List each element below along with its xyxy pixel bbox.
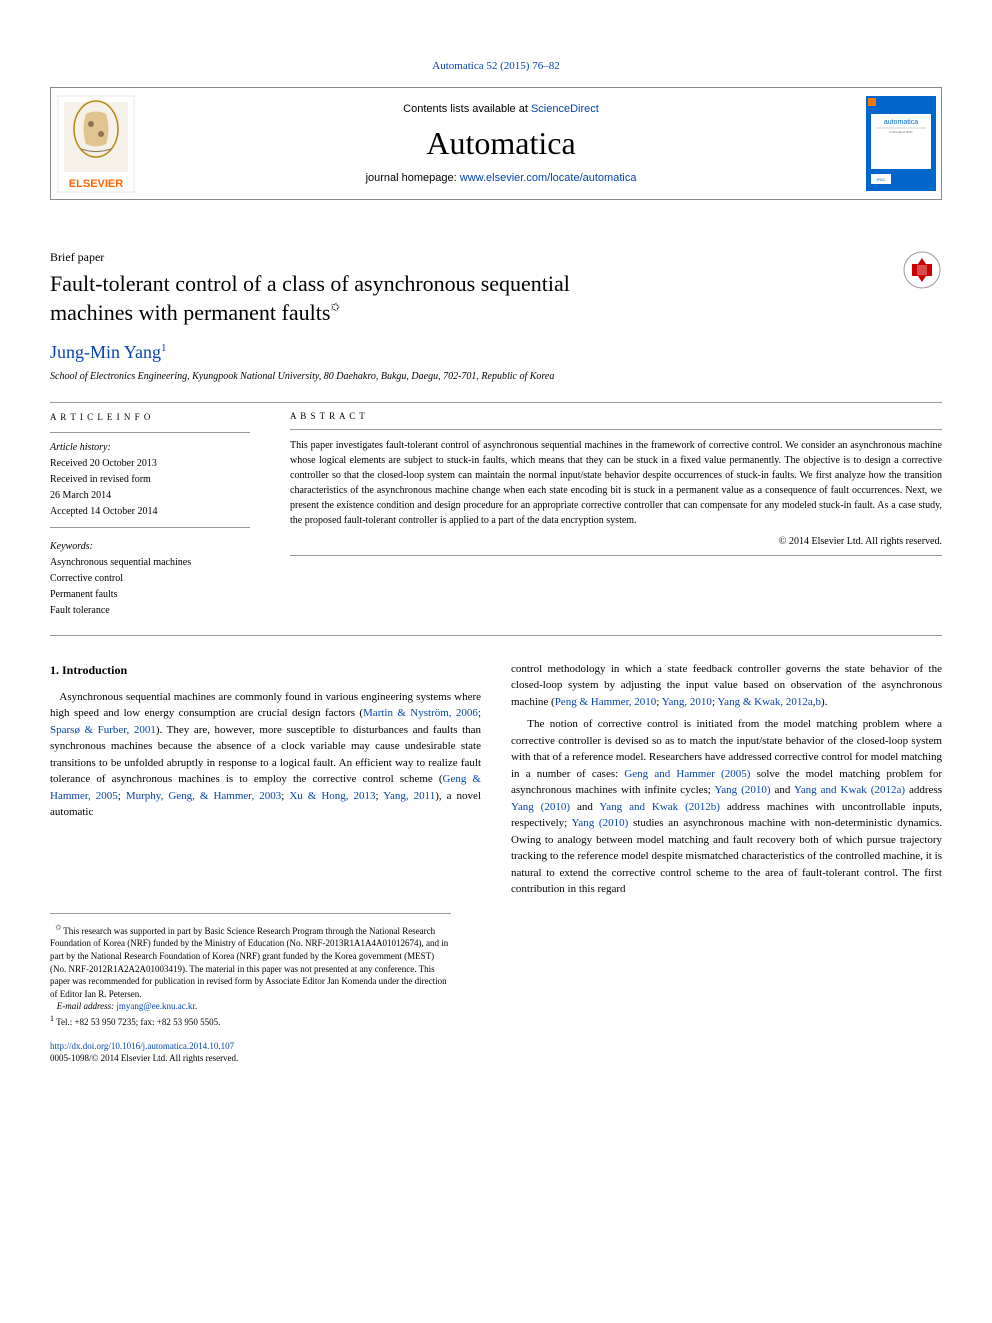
paper-type-label: Brief paper [50, 250, 902, 265]
paper-title: Fault-tolerant control of a class of asy… [50, 270, 902, 327]
abstract-block: A B S T R A C T This paper investigates … [290, 411, 942, 620]
homepage-link[interactable]: www.elsevier.com/locate/automatica [460, 172, 637, 184]
keyword: Corrective control [50, 572, 250, 586]
divider [50, 402, 942, 403]
ref-link[interactable]: Yang & Kwak, 2012a [717, 696, 812, 708]
article-info-block: A R T I C L E I N F O Article history: R… [50, 411, 250, 620]
revised-label: Received in revised form [50, 473, 250, 487]
ref-link[interactable]: Martin & Nyström, 2006 [363, 707, 478, 719]
left-column: 1. Introduction Asynchronous sequential … [50, 661, 481, 898]
ref-link[interactable]: Yang (2010) [511, 801, 570, 813]
svg-text:automatica: automatica [884, 119, 918, 126]
email-link[interactable]: jmyang@ee.knu.ac.kr [116, 1001, 195, 1011]
author-affil-sup[interactable]: 1 [161, 342, 167, 354]
ref-link[interactable]: Murphy, Geng, & Hammer, 2003 [126, 790, 281, 802]
title-line2: machines with permanent faults [50, 300, 330, 325]
homepage-line: journal homepage: www.elsevier.com/locat… [151, 172, 851, 184]
ref-link[interactable]: Geng and Hammer (2005) [624, 768, 750, 780]
title-footnote-mark: ✩ [329, 299, 343, 317]
footnote-email: E-mail address: jmyang@ee.knu.ac.kr. [50, 1000, 451, 1013]
ref-link[interactable]: Sparsø & Furber, 2001 [50, 724, 156, 736]
article-info-heading: A R T I C L E I N F O [50, 411, 250, 424]
citation-link[interactable]: Automatica 52 (2015) 76–82 [432, 60, 559, 72]
section-heading: 1. Introduction [50, 661, 481, 679]
svg-text:A Journal of IFAC: A Journal of IFAC [889, 130, 913, 134]
citation-header: Automatica 52 (2015) 76–82 [50, 60, 942, 72]
journal-title: Automatica [151, 125, 851, 162]
keyword: Asynchronous sequential machines [50, 556, 250, 570]
ref-link[interactable]: Yang, 2010 [662, 696, 712, 708]
ref-link[interactable]: Peng & Hammer, 2010 [555, 696, 657, 708]
sciencedirect-link[interactable]: ScienceDirect [531, 103, 599, 115]
affiliation: School of Electronics Engineering, Kyung… [50, 371, 942, 382]
ref-link[interactable]: Yang, 2011 [383, 790, 435, 802]
paper-title-block: Brief paper Fault-tolerant control of a … [50, 250, 902, 327]
ref-link[interactable]: Xu & Hong, 2013 [289, 790, 375, 802]
accepted-date: Accepted 14 October 2014 [50, 505, 250, 519]
header-center: Contents lists available at ScienceDirec… [141, 88, 861, 199]
journal-header-box: ELSEVIER Contents lists available at Sci… [50, 87, 942, 200]
authors: Jung-Min Yang1 [50, 342, 942, 363]
svg-text:ELSEVIER: ELSEVIER [69, 178, 123, 190]
paragraph: Asynchronous sequential machines are com… [50, 689, 481, 821]
abstract-text: This paper investigates fault-tolerant c… [290, 438, 942, 528]
right-column: control methodology in which a state fee… [511, 661, 942, 898]
footnotes-block: ✩ This research was supported in part by… [50, 922, 451, 1029]
paragraph: control methodology in which a state fee… [511, 661, 942, 711]
footnote-tel: 1 Tel.: +82 53 950 7235; fax: +82 53 950… [50, 1013, 451, 1029]
revised-date: 26 March 2014 [50, 489, 250, 503]
title-line1: Fault-tolerant control of a class of asy… [50, 271, 570, 296]
journal-cover-thumbnail: automatica A Journal of IFAC IFAC [861, 88, 941, 199]
contents-available-line: Contents lists available at ScienceDirec… [151, 103, 851, 115]
bottom-copyright: 0005-1098/© 2014 Elsevier Ltd. All right… [50, 1053, 942, 1063]
contents-prefix: Contents lists available at [403, 103, 531, 115]
footnote-divider [50, 913, 451, 914]
paragraph: The notion of corrective control is init… [511, 716, 942, 898]
crossmark-icon[interactable] [902, 250, 942, 290]
svg-text:IFAC: IFAC [877, 177, 886, 182]
elsevier-logo: ELSEVIER [51, 88, 141, 199]
doi-link[interactable]: http://dx.doi.org/10.1016/j.automatica.2… [50, 1041, 234, 1051]
keyword: Fault tolerance [50, 604, 250, 618]
received-date: Received 20 October 2013 [50, 457, 250, 471]
ref-link[interactable]: Yang (2010) [572, 817, 629, 829]
ref-link[interactable]: Yang and Kwak (2012b) [599, 801, 720, 813]
keywords-label: Keywords: [50, 540, 250, 554]
abstract-heading: A B S T R A C T [290, 411, 942, 421]
homepage-prefix: journal homepage: [366, 172, 460, 184]
author-link[interactable]: Jung-Min Yang [50, 342, 161, 362]
ref-link[interactable]: Yang (2010) [714, 784, 770, 796]
history-label: Article history: [50, 441, 250, 455]
abstract-copyright: © 2014 Elsevier Ltd. All rights reserved… [290, 536, 942, 547]
footnote-funding: ✩ This research was supported in part by… [50, 922, 451, 1001]
keyword: Permanent faults [50, 588, 250, 602]
doi-line: http://dx.doi.org/10.1016/j.automatica.2… [50, 1041, 942, 1051]
ref-link[interactable]: Yang and Kwak (2012a) [794, 784, 905, 796]
